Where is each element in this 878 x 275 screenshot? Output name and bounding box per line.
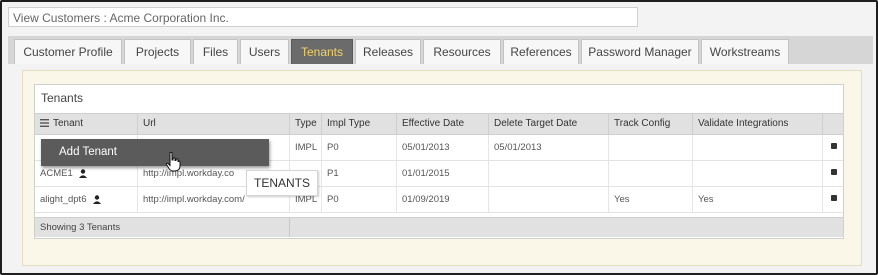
track-config-cell	[609, 135, 693, 160]
effective-date-cell: 05/01/2013	[397, 135, 489, 160]
type-cell: IMPL	[290, 135, 322, 160]
delete-target-date-cell: 05/01/2013	[489, 135, 609, 160]
table-title: Tenants	[41, 91, 84, 105]
tooltip: TENANTS	[246, 170, 318, 196]
tenant-cell: alight_dpt6	[35, 187, 138, 212]
tab-password-manager[interactable]: Password Manager	[581, 39, 699, 64]
impl-type-cell: P1	[322, 161, 397, 186]
tenant-name[interactable]: alight_dpt6	[40, 194, 86, 205]
column-header-effective-date[interactable]: Effective Date	[397, 114, 489, 134]
delete-target-date-cell	[489, 187, 609, 212]
column-header-impl-type[interactable]: Impl Type	[322, 114, 397, 134]
user-icon[interactable]	[93, 195, 102, 204]
impl-type-cell: P0	[322, 135, 397, 160]
hamburger-icon[interactable]	[40, 119, 49, 127]
row-action-icon[interactable]	[831, 195, 837, 201]
validate-integrations-cell	[693, 135, 823, 160]
tab-files[interactable]: Files	[193, 39, 238, 64]
track-config-cell: Yes	[609, 187, 693, 212]
user-icon[interactable]	[79, 169, 88, 178]
tab-bar: Customer Profile Projects Files Users Te…	[8, 36, 873, 64]
delete-target-date-cell	[489, 161, 609, 186]
add-tenant-menu-item[interactable]: Add Tenant	[41, 139, 269, 166]
row-count-label: Showing 3 Tenants	[40, 222, 121, 233]
column-header-label: Tenant	[53, 118, 84, 129]
validate-integrations-cell	[693, 161, 823, 186]
table-row[interactable]: alight_dpt6 http://impl.workday.com/ IMP…	[35, 187, 843, 213]
row-action-icon[interactable]	[831, 169, 837, 175]
impl-type-cell: P0	[322, 187, 397, 212]
column-header-delete-target-date[interactable]: Delete Target Date	[489, 114, 609, 134]
tab-releases[interactable]: Releases	[355, 39, 421, 64]
column-header-tenant[interactable]: Tenant	[35, 114, 138, 134]
tab-users[interactable]: Users	[240, 39, 289, 64]
window-title: View Customers : Acme Corporation Inc.	[8, 7, 638, 27]
tab-tenants[interactable]: Tenants	[291, 39, 353, 64]
track-config-cell	[609, 161, 693, 186]
tab-projects[interactable]: Projects	[124, 39, 191, 64]
hand-pointer-icon	[165, 152, 181, 172]
table-header: Tenant Url Type Impl Type Effective Date…	[35, 113, 843, 135]
tab-workstreams[interactable]: Workstreams	[701, 39, 789, 64]
column-header-url[interactable]: Url	[138, 114, 290, 134]
column-header-type[interactable]: Type	[290, 114, 322, 134]
tab-customer-profile[interactable]: Customer Profile	[14, 39, 122, 64]
effective-date-cell: 01/09/2019	[397, 187, 489, 212]
tab-resources[interactable]: Resources	[423, 39, 501, 64]
row-action-icon[interactable]	[831, 143, 837, 149]
validate-integrations-cell: Yes	[693, 187, 823, 212]
table-footer: Showing 3 Tenants	[35, 217, 843, 237]
tenant-name[interactable]: ACME1	[40, 168, 73, 179]
footer-divider	[289, 218, 290, 237]
column-header-validate-integrations[interactable]: Validate Integrations	[693, 114, 823, 134]
tab-references[interactable]: References	[503, 39, 579, 64]
column-header-track-config[interactable]: Track Config	[609, 114, 693, 134]
effective-date-cell: 01/01/2015	[397, 161, 489, 186]
